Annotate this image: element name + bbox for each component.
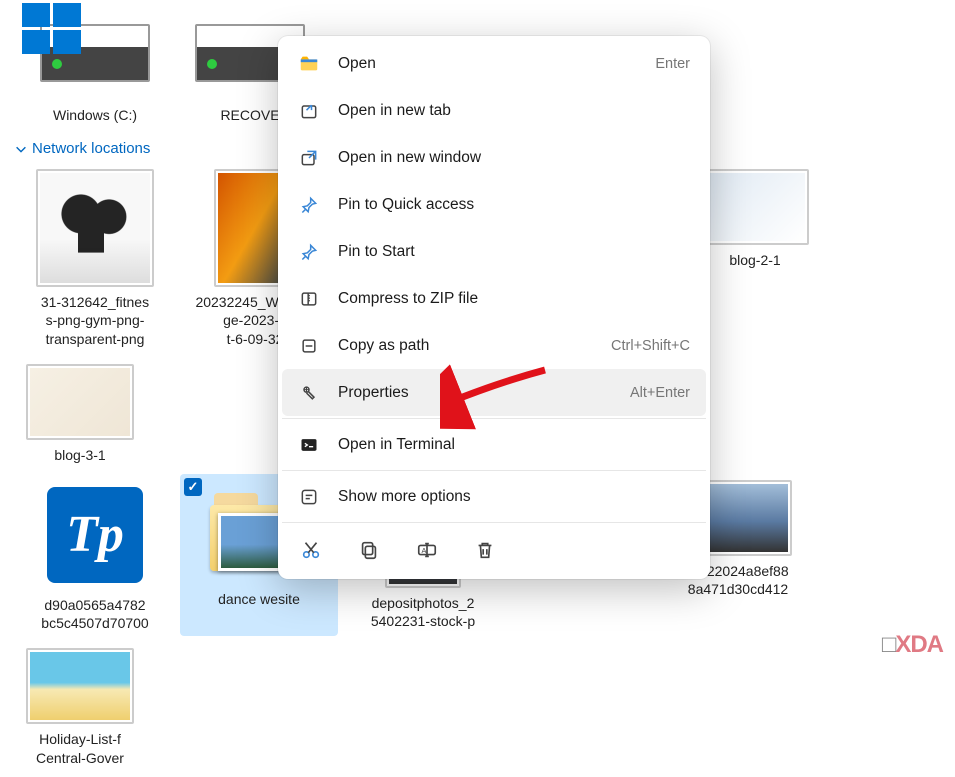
folder-open-icon <box>298 53 320 75</box>
new-tab-icon <box>298 100 320 122</box>
ctx-open-terminal[interactable]: Open in Terminal <box>282 421 706 468</box>
chevron-down-icon <box>14 142 28 156</box>
image-file[interactable]: Holiday-List-f Central-Gover <box>10 642 150 770</box>
file-label: depositphotos_2 5402231-stock-p <box>371 594 475 630</box>
file-label: Holiday-List-f Central-Gover <box>36 730 124 766</box>
file-label: d90a0565a4782 bc5c4507d70700 <box>41 596 148 632</box>
ctx-show-more-options[interactable]: Show more options <box>282 473 706 520</box>
selection-checkbox-icon[interactable] <box>184 478 202 496</box>
image-file[interactable]: 31-312642_fitnes s-png-gym-png- transpar… <box>10 163 180 352</box>
pin-icon <box>298 241 320 263</box>
ctx-properties[interactable]: Properties Alt+Enter <box>282 369 706 416</box>
ctx-pin-start[interactable]: Pin to Start <box>282 228 706 275</box>
ctx-toolbar: A <box>282 525 706 575</box>
file-label: dance wesite <box>218 590 300 608</box>
ctx-pin-quick-access[interactable]: Pin to Quick access <box>282 181 706 228</box>
pin-icon <box>298 194 320 216</box>
new-window-icon <box>298 147 320 169</box>
rename-icon[interactable]: A <box>416 539 438 561</box>
ctx-open-new-tab[interactable]: Open in new tab <box>282 87 706 134</box>
ctx-open-new-window[interactable]: Open in new window <box>282 134 706 181</box>
separator <box>282 418 706 419</box>
cut-icon[interactable] <box>300 539 322 561</box>
properties-icon <box>298 382 320 404</box>
ctx-compress-zip[interactable]: Compress to ZIP file <box>282 275 706 322</box>
ctx-copy-as-path[interactable]: Copy as path Ctrl+Shift+C <box>282 322 706 369</box>
file-label: blog-3-1 <box>54 446 105 464</box>
separator <box>282 522 706 523</box>
copy-path-icon <box>298 335 320 357</box>
ctx-open[interactable]: Open Enter <box>282 40 706 87</box>
context-menu: Open Enter Open in new tab Open in new w… <box>278 36 710 579</box>
more-icon <box>298 486 320 508</box>
separator <box>282 470 706 471</box>
file-label: blog-2-1 <box>729 251 780 269</box>
terminal-icon <box>298 434 320 456</box>
section-label: Network locations <box>32 140 150 157</box>
drive-label: Windows (C:) <box>53 106 137 124</box>
file-label: 31-312642_fitnes s-png-gym-png- transpar… <box>41 293 149 348</box>
watermark: □XDA <box>882 631 943 659</box>
delete-icon[interactable] <box>474 539 496 561</box>
drive-label: RECOVE <box>220 106 279 124</box>
zip-icon <box>298 288 320 310</box>
app-icon: Tp <box>47 487 143 583</box>
image-file[interactable]: blog-3-1 <box>10 358 150 468</box>
svg-text:A: A <box>422 546 427 555</box>
file-item[interactable]: Tp d90a0565a4782 bc5c4507d70700 <box>10 474 180 636</box>
copy-icon[interactable] <box>358 539 380 561</box>
windows-logo-icon <box>22 3 81 54</box>
